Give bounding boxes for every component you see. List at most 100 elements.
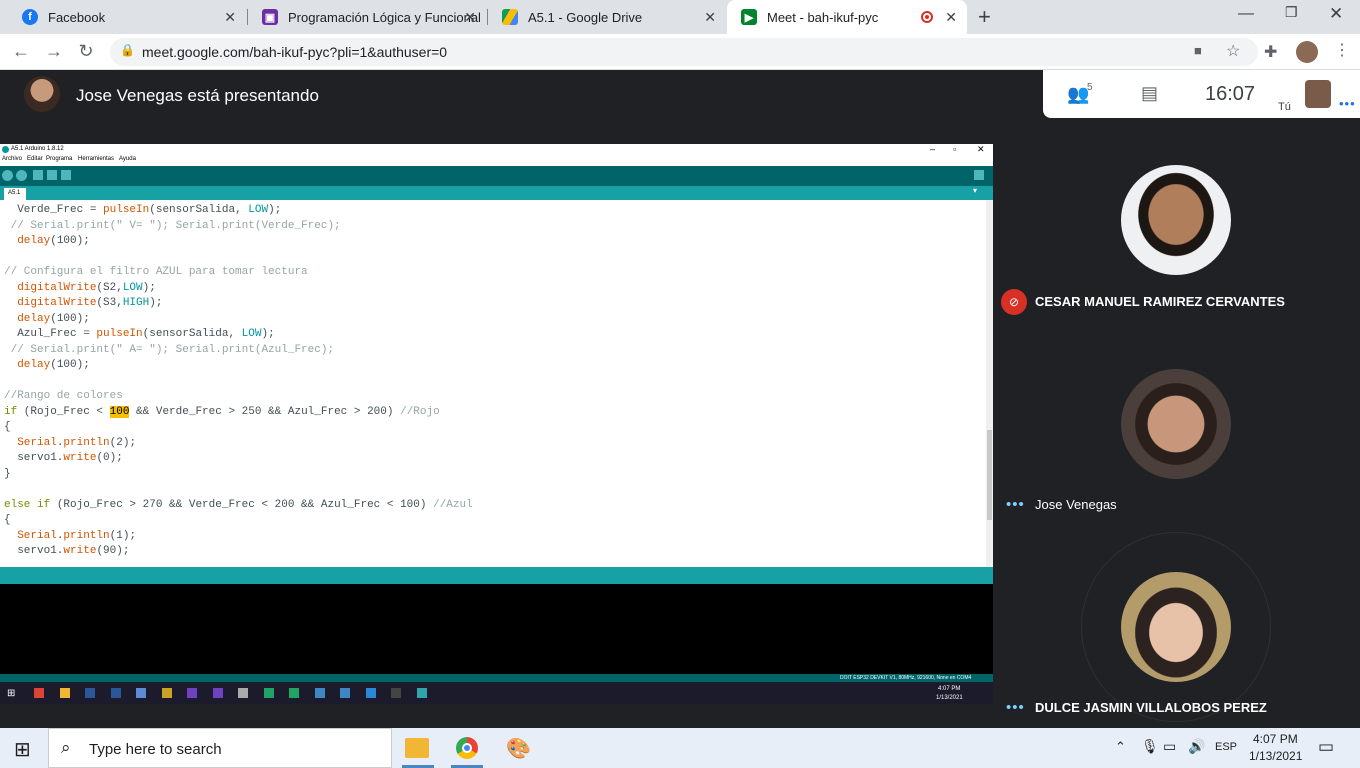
menu-programa[interactable]: Programa [46, 156, 72, 162]
camera-icon[interactable]: ■ [1194, 43, 1202, 58]
reload-icon[interactable]: ↻ [75, 41, 97, 62]
browser-tab-bar: f Facebook ✕ ▣ Programación Lógica y Fun… [0, 0, 1360, 34]
inner-app-icon [289, 688, 299, 698]
back-icon[interactable]: ← [10, 41, 32, 62]
chrome-icon[interactable] [456, 737, 478, 759]
inner-app-icon [85, 688, 95, 698]
self-view[interactable] [1305, 80, 1331, 108]
inner-app-icon [212, 688, 223, 698]
new-tab-button[interactable]: + [978, 4, 991, 30]
speaking-indicator-icon: ••• [1006, 699, 1025, 716]
tab-title: Meet - bah-ikuf-pyc [767, 9, 879, 25]
scrollbar-thumb[interactable] [987, 430, 992, 520]
participant-tile-dulce[interactable]: ••• DULCE JASMIN VILLALOBOS PEREZ [993, 528, 1360, 734]
classroom-icon: ▣ [262, 9, 278, 25]
tab-menu-icon[interactable]: ▾ [973, 186, 977, 195]
address-bar-row: ← → ↻ 🔒 meet.google.com/bah-ikuf-pyc?pli… [0, 34, 1360, 70]
close-tab-icon[interactable]: ✕ [704, 9, 716, 26]
more-options-icon[interactable]: ••• [1339, 96, 1356, 111]
participant-tile-cesar[interactable]: ⊘ CESAR MANUEL RAMIREZ CERVANTES [993, 118, 1360, 324]
close-tab-icon[interactable]: ✕ [224, 9, 236, 26]
new-icon[interactable] [33, 170, 43, 180]
volume-icon[interactable]: 🔊 [1188, 738, 1205, 755]
maximize-button[interactable]: ❐ [1285, 4, 1298, 21]
close-window-button[interactable]: ✕ [1329, 4, 1343, 24]
close-tab-icon[interactable]: ✕ [945, 9, 957, 26]
star-icon[interactable]: ☆ [1226, 41, 1240, 61]
inner-start-icon: ⊞ [7, 688, 16, 699]
taskbar-date[interactable]: 1/13/2021 [1249, 749, 1302, 763]
chat-icon[interactable]: ▤ [1141, 83, 1158, 104]
tab-meet[interactable]: ▶ Meet - bah-ikuf-pyc ✕ [727, 0, 967, 34]
extensions-icon[interactable]: ✚ [1264, 42, 1277, 62]
inner-app-icon [34, 688, 44, 698]
menu-editar[interactable]: Editar [27, 156, 43, 162]
code-line: } [4, 467, 11, 480]
mic-icon[interactable]: 🎙 [1141, 738, 1159, 755]
save-icon[interactable] [61, 170, 71, 180]
code-line: digitalWrite(S2,LOW); [17, 281, 156, 294]
mic-off-icon: ⊘ [1001, 289, 1027, 315]
code-editor[interactable]: Verde_Frec = pulseIn(sensorSalida, LOW);… [0, 200, 993, 567]
file-explorer-icon[interactable] [405, 738, 429, 758]
taskbar-time[interactable]: 4:07 PM [1253, 732, 1298, 746]
tab-title: Programación Lógica y Funcional [288, 9, 481, 25]
menu-icon[interactable]: ⋮ [1334, 40, 1350, 60]
recording-icon [921, 11, 933, 23]
open-icon[interactable] [47, 170, 57, 180]
profile-avatar[interactable] [1296, 41, 1318, 63]
arduino-toolbar [0, 166, 993, 186]
upload-icon[interactable] [16, 170, 27, 181]
tray-chevron-icon[interactable]: ⌃ [1115, 739, 1126, 755]
inner-app-icon [365, 688, 376, 698]
inner-app-icon [59, 688, 70, 698]
serial-monitor-icon[interactable] [974, 170, 984, 180]
meet-icon: ▶ [741, 9, 757, 25]
code-line: Verde_Frec = pulseIn(sensorSalida, LOW); [4, 204, 282, 216]
windows-taskbar: ⊞ ⌕ Type here to search 🎨 ⌃ 🎙 ▭ 🔊 ESP 4:… [0, 728, 1360, 768]
ide-maximize[interactable]: ▫ [953, 144, 956, 154]
participant-tile-jose[interactable]: ••• Jose Venegas [993, 324, 1360, 530]
arduino-tabs: A5.1 ▾ [0, 186, 993, 200]
participant-avatar [1121, 572, 1231, 682]
lock-icon: 🔒 [120, 43, 135, 57]
arduino-title: A5.1 Arduino 1.8.12 [11, 146, 64, 152]
ide-minimize[interactable]: – [930, 144, 935, 154]
ide-close[interactable]: ✕ [977, 144, 985, 155]
forward-icon[interactable]: → [43, 41, 65, 62]
verify-icon[interactable] [2, 170, 13, 181]
editor-scrollbar[interactable] [986, 200, 993, 567]
participants-count: 5 [1087, 82, 1093, 93]
tab-classroom[interactable]: ▣ Programación Lógica y Funcional ✕ [248, 0, 486, 34]
arduino-title-bar: A5.1 Arduino 1.8.12 Archivo Editar Progr… [0, 144, 993, 166]
menu-archivo[interactable]: Archivo [2, 156, 22, 162]
menu-herramientas[interactable]: Herramientas [78, 156, 114, 162]
language-indicator[interactable]: ESP [1215, 741, 1237, 753]
tab-drive[interactable]: A5.1 - Google Drive ✕ [488, 0, 726, 34]
menu-ayuda[interactable]: Ayuda [119, 156, 136, 162]
taskbar-search[interactable]: ⌕ Type here to search [48, 728, 392, 768]
code-line: { [4, 514, 11, 526]
close-tab-icon[interactable]: ✕ [464, 9, 476, 26]
windows-start-icon[interactable]: ⊞ [14, 737, 31, 762]
facebook-icon: f [22, 9, 38, 25]
code-line: if (Rojo_Frec < 100 && Verde_Frec > 250 … [4, 405, 440, 418]
arduino-logo-icon [2, 146, 9, 153]
tab-facebook[interactable]: f Facebook ✕ [8, 0, 246, 34]
minimize-button[interactable]: — [1238, 5, 1254, 23]
tab-a5-1[interactable]: A5.1 [4, 188, 26, 200]
notifications-icon[interactable]: ▭ [1318, 737, 1334, 757]
arduino-bottom-bar: DOIT ESP32 DEVKIT V1, 80MHz, 921600, Non… [0, 674, 993, 682]
url-text[interactable]: meet.google.com/bah-ikuf-pyc?pli=1&authu… [142, 44, 447, 60]
omnibox[interactable]: 🔒 meet.google.com/bah-ikuf-pyc?pli=1&aut… [110, 38, 1258, 66]
search-placeholder: Type here to search [89, 741, 222, 758]
tab-title: Facebook [48, 9, 106, 25]
tab-title: A5.1 - Google Drive [528, 9, 643, 25]
network-icon[interactable]: ▭ [1163, 738, 1176, 755]
paint-icon[interactable]: 🎨 [506, 736, 531, 761]
participant-avatar [1121, 369, 1231, 479]
code-line: // Serial.print(" V= "); Serial.print(Ve… [4, 219, 341, 232]
inner-time: 4:07 PM [938, 686, 961, 692]
code-line: delay(100); [17, 235, 90, 247]
presenting-label: Jose Venegas está presentando [76, 86, 319, 105]
